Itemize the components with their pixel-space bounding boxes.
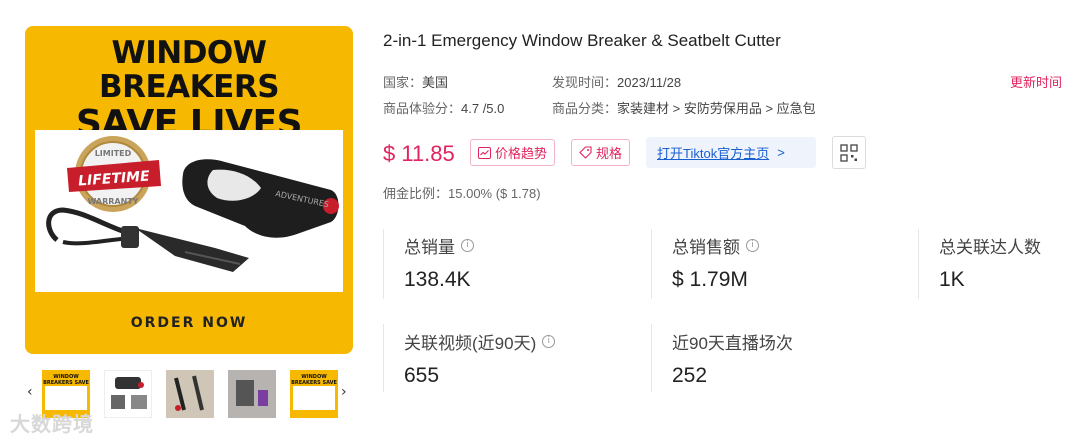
thumbnail-inner (293, 386, 335, 410)
tag-icon (579, 146, 592, 159)
category-value[interactable]: 家装建材 > 安防劳保用品 > 应急包 (617, 101, 816, 116)
live-sessions-label-text: 近90天直播场次 (672, 334, 793, 353)
seal-bottom-text: WARRANTY (87, 197, 138, 206)
total-sales-label: 总销量 i (404, 233, 474, 258)
total-sales-label-text: 总销量 (404, 238, 455, 257)
price-trend-button[interactable]: 价格趋势 (470, 139, 556, 166)
seal-top-text: LIMITED (95, 149, 132, 158)
rating-meta: 商品体验分：4.7 /5.0 (383, 98, 504, 117)
tiktok-button-label: 打开Tiktok官方主页 (657, 146, 770, 161)
related-videos-value: 655 (404, 364, 440, 387)
live-sessions-value: 252 (672, 364, 708, 387)
qr-code-button[interactable] (832, 136, 866, 169)
product-title: 2-in-1 Emergency Window Breaker & Seatbe… (383, 31, 781, 50)
price-trend-label: 价格趋势 (495, 146, 548, 161)
info-icon[interactable]: i (746, 239, 759, 252)
chart-trend-icon (478, 146, 491, 159)
thumbnail-4[interactable] (228, 370, 276, 418)
thumbnail-next-arrow-icon[interactable]: › (341, 384, 347, 400)
info-icon[interactable]: i (461, 239, 474, 252)
total-revenue-value: $ 1.79M (672, 268, 748, 291)
stat-divider (383, 324, 384, 392)
thumbnail-2[interactable] (104, 370, 152, 418)
rating-value: 4.7 /5.0 (461, 101, 505, 116)
open-tiktok-homepage-button[interactable]: 打开Tiktok官方主页 > (646, 137, 816, 168)
rating-label: 商品体验分： (383, 101, 462, 116)
product-main-image[interactable]: WINDOW BREAKERS SAVE LIVES ADVENTURES LI… (25, 26, 353, 354)
image-headline: WINDOW BREAKERS SAVE LIVES (25, 36, 353, 144)
discover-time-value: 2023/11/28 (617, 75, 682, 90)
category-label: 商品分类： (552, 101, 618, 116)
total-creators-value: 1K (939, 268, 965, 291)
chevron-right-icon: > (777, 145, 785, 160)
country-label: 国家： (383, 75, 423, 90)
warranty-seal: LIMITED LIFETIME WARRANTY (61, 130, 161, 224)
related-videos-label: 关联视频(近90天) i (404, 329, 556, 354)
thumbnail-inner (45, 386, 87, 410)
total-sales-value: 138.4K (404, 268, 471, 291)
country-value: 美国 (422, 75, 449, 90)
commission-label: 佣金比例： (383, 186, 449, 201)
commission-value: 15.00% ($ 1.78) (448, 186, 541, 201)
image-headline-line-1: WINDOW BREAKERS (98, 35, 280, 105)
qr-code-icon (840, 143, 858, 162)
discover-time-meta: 发现时间：2023/11/28 (552, 72, 681, 91)
category-meta: 商品分类：家装建材 > 安防劳保用品 > 应急包 (552, 98, 816, 117)
thumbnail-5[interactable]: WINDOW BREAKERS SAVE LIVES (290, 370, 338, 418)
stat-divider (383, 229, 384, 299)
info-icon[interactable]: i (542, 335, 556, 348)
watermark: 大数跨境 (10, 412, 94, 436)
spec-button[interactable]: 规格 (571, 139, 631, 166)
image-order-now-text: ORDER NOW (130, 315, 248, 331)
product-price: $ 11.85 (383, 141, 455, 166)
total-revenue-label-text: 总销售额 (672, 238, 740, 257)
thumbnail-prev-arrow-icon[interactable]: ‹ (27, 384, 33, 400)
total-creators-label-text: 总关联达人数 (939, 238, 1041, 257)
stat-divider (651, 324, 652, 392)
stat-divider (651, 229, 652, 299)
related-videos-label-text: 关联视频(近90天) (404, 334, 537, 353)
stat-divider (918, 229, 919, 299)
thumbnail-3[interactable] (166, 370, 214, 418)
discover-time-label: 发现时间： (552, 75, 618, 90)
total-creators-label: 总关联达人数 (939, 233, 1041, 258)
commission-info: 佣金比例：15.00% ($ 1.78) (383, 183, 541, 202)
update-time-link[interactable]: 更新时间 (1010, 72, 1062, 91)
image-product-area: ADVENTURES LIMITED LIFETIME WARRANTY (35, 130, 343, 292)
total-revenue-label: 总销售额 i (672, 233, 759, 258)
country-meta: 国家：美国 (383, 72, 448, 91)
spec-label: 规格 (596, 146, 623, 161)
live-sessions-label: 近90天直播场次 (672, 329, 793, 354)
